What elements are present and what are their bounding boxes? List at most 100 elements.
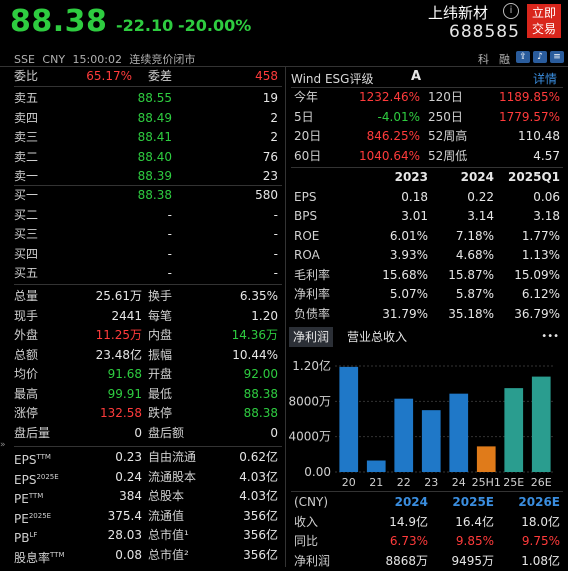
return-value: 1189.85% [499, 88, 560, 108]
fin-value: 0.22 [467, 188, 494, 208]
returns-row: 60日1040.64%52周低4.57 [294, 147, 564, 167]
more-icon[interactable]: ••• [541, 327, 559, 347]
esg-detail-link[interactable]: 详情 [533, 70, 557, 87]
bar[interactable] [504, 388, 523, 472]
financials-row: EPS0.180.220.06 [294, 188, 564, 208]
level-label: 买三 [14, 225, 38, 245]
menu-icon[interactable]: ≡ [550, 51, 564, 63]
return-value: 4.57 [533, 147, 560, 167]
bar[interactable] [339, 367, 358, 472]
bid-level: 买一88.38580 [14, 186, 282, 206]
bar[interactable] [367, 461, 386, 472]
ask-level: 卖二88.4076 [14, 148, 282, 168]
trade-now-button[interactable]: 立即 交易 [527, 4, 561, 38]
collapse-arrow-icon[interactable]: » [0, 440, 6, 450]
bar[interactable] [477, 446, 496, 472]
trade-button-line2: 交易 [527, 21, 561, 37]
stat-label: 总量 [14, 287, 38, 307]
valuation-label-sup: TTM [36, 453, 50, 461]
bell-icon[interactable]: ♪ [533, 51, 547, 63]
share-icon[interactable]: ⇪ [516, 51, 530, 63]
tab-revenue[interactable]: 营业总收入 [347, 327, 407, 347]
fin-value: 15.87% [448, 266, 494, 286]
stats-row: 最高99.91最低88.38 [14, 385, 282, 405]
fin-value: 1.13% [522, 246, 560, 266]
bar[interactable] [449, 394, 468, 472]
valuation-label-sup: 2025E [29, 512, 51, 520]
wei-bi-row: 委比 65.17% 委差 458 [14, 67, 282, 87]
return-label: 60日 [294, 147, 321, 167]
returns-row: 今年1232.46%120日1189.85% [294, 88, 564, 108]
level-volume: 2 [270, 109, 278, 129]
x-tick-label: 20 [342, 476, 356, 489]
fin-label: BPS [294, 207, 317, 227]
forecast-value: 6.73% [390, 532, 428, 552]
financials-row: 负债率31.79%35.18%36.79% [294, 305, 564, 325]
valuation-row: PETTM384总股本4.03亿 [14, 487, 282, 507]
stats-row: 外盘11.25万内盘14.36万 [14, 326, 282, 346]
valuation-value: 0.24 [115, 468, 142, 488]
tab-net-profit[interactable]: 净利润 [289, 327, 333, 347]
valuation-label-text: 股息率 [14, 551, 50, 565]
level-label: 卖四 [14, 109, 38, 129]
stat-label: 涨停 [14, 404, 38, 424]
financials-table: 202320242025Q1EPS0.180.220.06BPS3.013.14… [294, 168, 564, 324]
ask-list: 卖五88.5519卖四88.492卖三88.412卖二88.4076卖一88.3… [14, 89, 282, 187]
stats-row: 总额23.48亿振幅10.44% [14, 346, 282, 366]
fin-value: 15.09% [514, 266, 560, 286]
wei-bi-label: 委比 [14, 67, 38, 87]
stat-value: 0 [270, 424, 278, 444]
ask-level: 卖四88.492 [14, 109, 282, 129]
level-label: 卖一 [14, 167, 38, 187]
fin-label: 负债率 [294, 305, 330, 325]
fin-value: 6.12% [522, 285, 560, 305]
chart-tabs: 净利润 营业总收入 ••• [287, 327, 563, 347]
stat-label: 最低 [148, 385, 172, 405]
valuation-label: 总股本 [148, 487, 184, 507]
fin-year: 2025Q1 [508, 168, 560, 188]
esg-label: Wind ESG评级 [291, 70, 373, 87]
fin-value: 35.18% [448, 305, 494, 325]
valuation-label-text: EPS [14, 453, 36, 467]
stat-label: 均价 [14, 365, 38, 385]
fin-value: 4.68% [456, 246, 494, 266]
valuation-value: 375.4 [108, 507, 142, 527]
bar[interactable] [532, 377, 551, 472]
return-value: 1232.46% [359, 88, 420, 108]
stat-label: 盘后额 [148, 424, 184, 444]
fin-value: 31.79% [382, 305, 428, 325]
info-icon[interactable]: i [503, 3, 519, 19]
return-value: -4.01% [378, 108, 420, 128]
level-volume: 23 [263, 167, 278, 187]
valuation-table: EPSTTM0.23自由流通0.62亿EPS2025E0.24流通股本4.03亿… [14, 448, 282, 565]
level-price: - [168, 206, 172, 226]
valuation-label-sup: TTM [29, 492, 43, 500]
forecast-label: 净利润 [294, 552, 330, 571]
return-value: 846.25% [367, 127, 420, 147]
valuation-value: 0.08 [115, 546, 142, 566]
stat-value: 2441 [111, 307, 142, 327]
valuation-label: 总市值¹ [148, 526, 189, 546]
level-price: 88.55 [138, 89, 172, 109]
stat-value: 132.58 [100, 404, 142, 424]
margin-tag: 融 [499, 51, 510, 67]
return-value: 110.48 [518, 127, 560, 147]
valuation-row: PE2025E375.4流通值356亿 [14, 507, 282, 527]
stat-value: 91.68 [108, 365, 142, 385]
y-tick-label: 1.20亿 [292, 358, 331, 373]
valuation-row: PBLF28.03总市值¹356亿 [14, 526, 282, 546]
stat-label: 振幅 [148, 346, 172, 366]
bar[interactable] [422, 410, 441, 472]
valuation-value: 356亿 [243, 546, 278, 566]
stat-label: 开盘 [148, 365, 172, 385]
stat-label: 最高 [14, 385, 38, 405]
bar[interactable] [394, 399, 413, 472]
esg-grade: A [411, 69, 421, 84]
fin-value: 7.18% [456, 227, 494, 247]
forecast-row: 同比6.73%9.85%9.75% [294, 532, 564, 552]
valuation-label-text: PB [14, 531, 29, 545]
valuation-label-text: PE [14, 512, 29, 526]
forecast-value: 18.0亿 [521, 513, 560, 533]
ask-level: 卖三88.412 [14, 128, 282, 148]
fin-year: 2024 [461, 168, 494, 188]
